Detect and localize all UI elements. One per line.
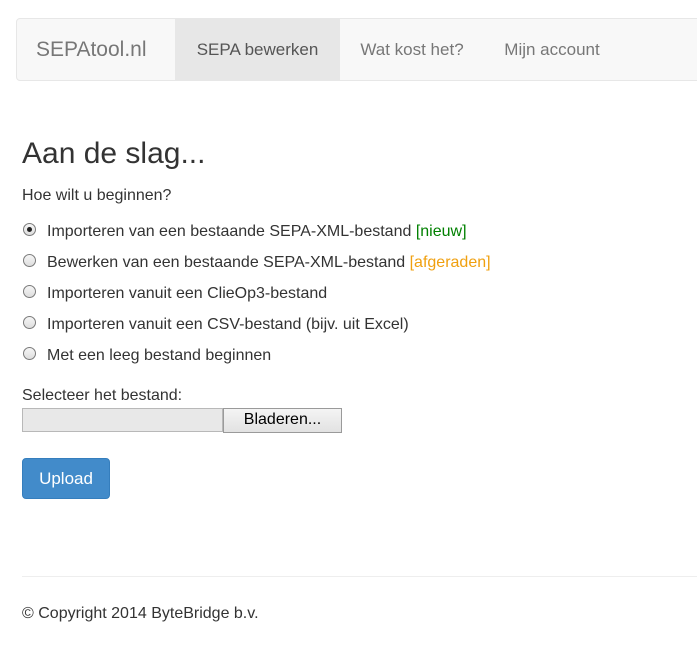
nav-mijn-account[interactable]: Mijn account [484,19,620,80]
start-question: Hoe wilt u beginnen? [22,187,172,204]
tag-new: [nieuw] [415,223,467,240]
nav-wat-kost-het[interactable]: Wat kost het? [340,19,484,80]
option-label[interactable]: Importeren vanuit een ClieOp3-bestand [47,282,327,306]
radio-edit-sepa-xml[interactable] [23,254,36,267]
tag-discouraged: [afgeraden] [409,254,491,271]
option-label[interactable]: Importeren vanuit een CSV-bestand (bijv.… [47,313,409,337]
footer-divider [22,576,697,577]
browse-button[interactable]: Bladeren... [223,408,342,433]
option-label[interactable]: Importeren van een bestaande SEPA-XML-be… [47,220,467,244]
radio-import-csv[interactable] [23,316,36,329]
page-title: Aan de slag... [22,137,206,170]
file-label: Selecteer het bestand: [22,387,183,404]
nav-sepa-bewerken[interactable]: SEPA bewerken [175,19,340,80]
option-text: Importeren van een bestaande SEPA-XML-be… [47,223,412,240]
navbar: SEPAtool.nl SEPA bewerken Wat kost het? … [16,18,697,81]
file-path-field[interactable] [22,408,223,432]
upload-button[interactable]: Upload [22,458,110,499]
brand-link[interactable]: SEPAtool.nl [36,19,147,80]
copyright-text: © Copyright 2014 ByteBridge b.v. [22,605,259,622]
radio-import-clieop3[interactable] [23,285,36,298]
radio-empty-file[interactable] [23,347,36,360]
option-label[interactable]: Met een leeg bestand beginnen [47,344,271,368]
option-text: Bewerken van een bestaande SEPA-XML-best… [47,254,406,271]
radio-import-sepa-xml[interactable] [23,223,36,236]
option-label[interactable]: Bewerken van een bestaande SEPA-XML-best… [47,251,491,275]
